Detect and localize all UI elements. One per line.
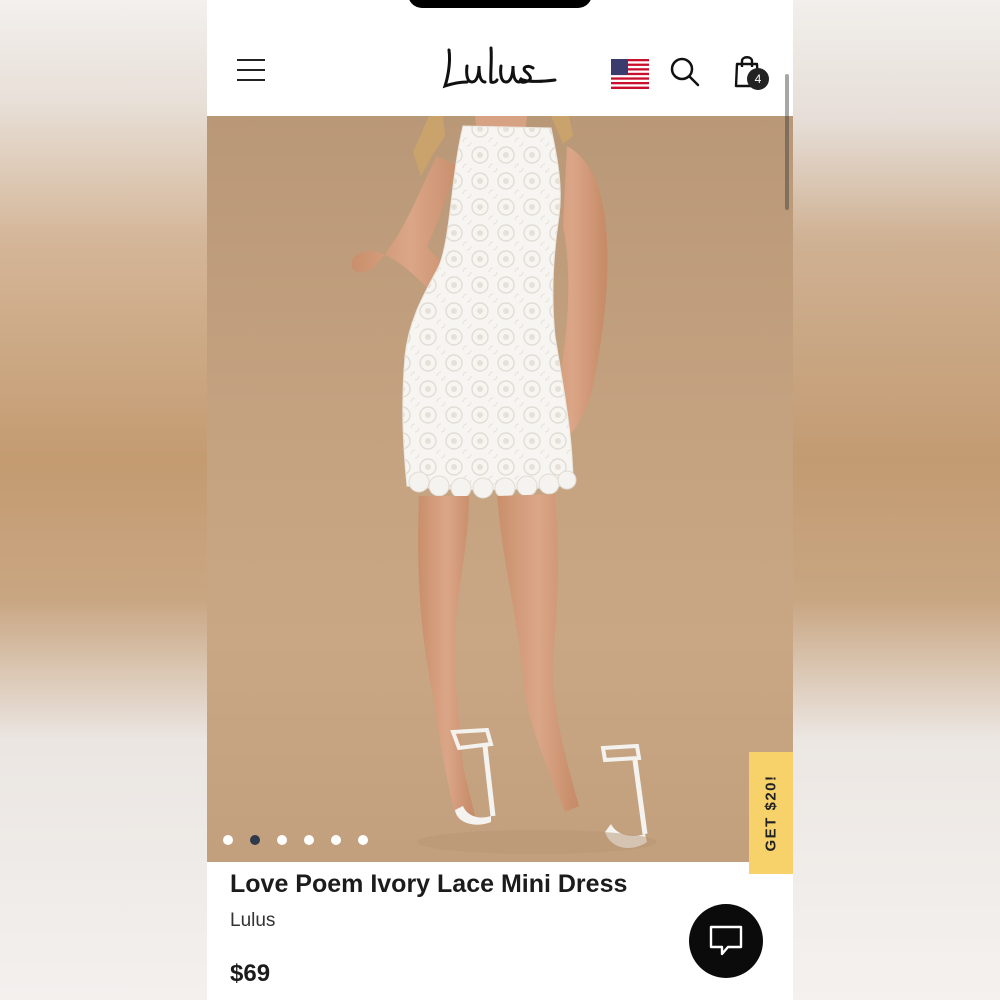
search-icon[interactable] [669, 56, 701, 88]
carousel-dot-2[interactable] [250, 835, 260, 845]
site-header: 4 [207, 0, 793, 116]
chat-bubble-icon [709, 925, 743, 956]
chat-button[interactable] [689, 904, 763, 978]
product-image[interactable] [207, 116, 793, 862]
carousel-dot-4[interactable] [304, 835, 314, 845]
scrollbar[interactable] [785, 74, 789, 210]
carousel-dot-1[interactable] [223, 835, 233, 845]
phone-screen: 4 GET $20! Love Poem Ivory Lace Mini Dre… [207, 0, 793, 1000]
carousel-dot-5[interactable] [331, 835, 341, 845]
get-20-promo-tab[interactable]: GET $20! [749, 752, 793, 874]
promo-label: GET $20! [762, 774, 780, 852]
carousel-dot-6[interactable] [358, 835, 368, 845]
lulus-logo[interactable] [441, 40, 557, 96]
product-title: Love Poem Ivory Lace Mini Dress [230, 870, 628, 898]
background-right [793, 0, 1000, 1000]
product-photo [351, 116, 657, 854]
device-notch [408, 0, 592, 8]
carousel-dot-3[interactable] [277, 835, 287, 845]
background-left [0, 0, 207, 1000]
us-flag-icon[interactable] [611, 59, 649, 89]
product-price: $69 [230, 960, 271, 987]
product-brand[interactable]: Lulus [230, 910, 275, 932]
cart-count-badge: 4 [747, 68, 769, 90]
hamburger-menu-icon[interactable] [235, 56, 267, 84]
